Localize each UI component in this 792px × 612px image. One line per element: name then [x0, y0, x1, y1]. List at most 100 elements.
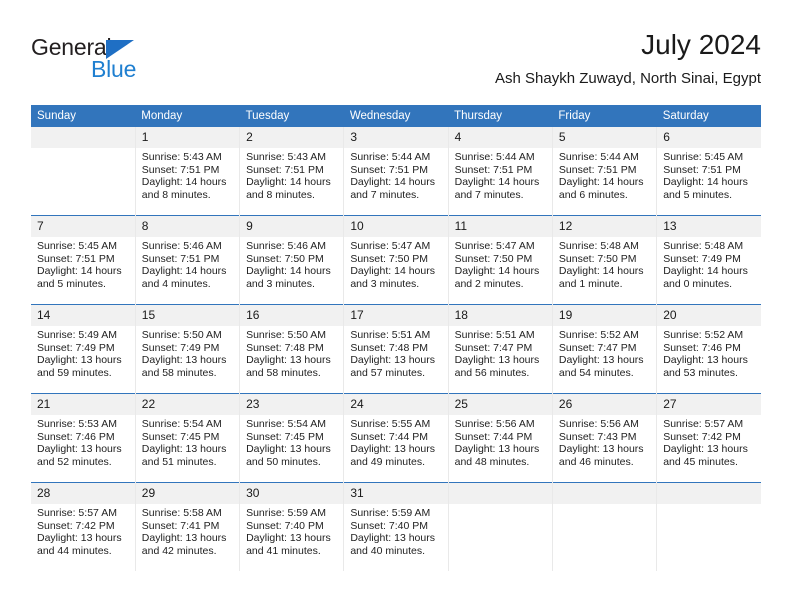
day-detail-daylight1: Daylight: 14 hours [350, 265, 435, 278]
page-subtitle: Ash Shaykh Zuwayd, North Sinai, Egypt [495, 70, 761, 87]
calendar-day-cell[interactable]: 26 Sunrise: 5:56 AM Sunset: 7:43 PM Dayligh… [551, 393, 657, 483]
day-detail-daylight2: and 7 minutes. [350, 188, 420, 201]
day-detail-daylight2: and 3 minutes. [246, 277, 315, 290]
day-detail-daylight1: Daylight: 13 hours [350, 443, 435, 456]
day-details: Sunrise: 5:54 AM Sunset: 7:45 PM Daylight:… [136, 415, 239, 468]
calendar-day-cell[interactable]: 24 Sunrise: 5:55 AM Sunset: 7:44 PM Dayligh… [343, 393, 449, 483]
day-number: 1 [135, 127, 240, 148]
day-details: Sunrise: 5:59 AM Sunset: 7:40 PM Daylight:… [240, 504, 343, 557]
day-detail-sunrise: Sunrise: 5:56 AM [558, 418, 639, 430]
calendar-day-cell[interactable]: 30 Sunrise: 5:59 AM Sunset: 7:40 PM Dayligh… [239, 482, 344, 571]
calendar-day-cell[interactable]: 10 Sunrise: 5:47 AM Sunset: 7:50 PM Dayligh… [343, 215, 449, 305]
day-detail-daylight1: Daylight: 13 hours [663, 354, 748, 367]
day-details: Sunrise: 5:57 AM Sunset: 7:42 PM Daylight:… [657, 415, 761, 468]
day-details: Sunrise: 5:46 AM Sunset: 7:51 PM Daylight:… [136, 237, 239, 290]
day-number: 9 [240, 216, 344, 237]
day-detail-sunset: Sunset: 7:44 PM [454, 430, 533, 443]
calendar-day-cell[interactable]: 23 Sunrise: 5:54 AM Sunset: 7:45 PM Dayligh… [239, 393, 344, 483]
day-detail-daylight1: Daylight: 14 hours [454, 265, 540, 278]
page-title: July 2024 [641, 29, 761, 60]
day-detail-daylight2: and 58 minutes. [141, 366, 217, 379]
calendar-day-cell[interactable]: 31 Sunrise: 5:59 AM Sunset: 7:40 PM Dayligh… [343, 482, 449, 571]
day-detail-daylight2: and 2 minutes. [454, 277, 524, 290]
calendar-week-row: 28 Sunrise: 5:57 AM Sunset: 7:42 PM Dayligh… [31, 482, 761, 571]
calendar-day-cell[interactable]: 15 Sunrise: 5:50 AM Sunset: 7:49 PM Dayligh… [134, 304, 240, 394]
calendar-day-cell[interactable]: 27 Sunrise: 5:57 AM Sunset: 7:42 PM Dayligh… [656, 393, 761, 483]
day-detail-sunset: Sunset: 7:48 PM [350, 341, 428, 354]
calendar-day-cell[interactable]: 13 Sunrise: 5:48 AM Sunset: 7:49 PM Dayligh… [656, 215, 761, 305]
weekday-header-thursday: Thursday [448, 105, 553, 127]
day-details: Sunrise: 5:45 AM Sunset: 7:51 PM Daylight:… [31, 237, 135, 290]
calendar-day-cell-empty [447, 482, 553, 571]
calendar-day-cell[interactable]: 11 Sunrise: 5:47 AM Sunset: 7:50 PM Dayligh… [447, 215, 553, 305]
day-number: 4 [448, 127, 552, 148]
calendar-day-cell-empty [31, 127, 136, 216]
day-number: 31 [344, 483, 448, 504]
day-number: 28 [31, 483, 135, 504]
calendar-day-cell[interactable]: 4 Sunrise: 5:44 AM Sunset: 7:51 PM Daylight… [447, 127, 553, 216]
day-detail-sunset: Sunset: 7:42 PM [663, 430, 741, 443]
calendar-day-cell[interactable]: 22 Sunrise: 5:54 AM Sunset: 7:45 PM Dayligh… [134, 393, 240, 483]
day-details: Sunrise: 5:50 AM Sunset: 7:48 PM Daylight:… [240, 326, 343, 379]
day-detail-daylight1: Daylight: 14 hours [663, 265, 748, 278]
day-detail-daylight1: Daylight: 13 hours [246, 354, 331, 367]
day-detail-daylight1: Daylight: 14 hours [454, 176, 540, 189]
calendar-day-cell[interactable]: 28 Sunrise: 5:57 AM Sunset: 7:42 PM Dayligh… [31, 482, 136, 571]
calendar-day-cell[interactable]: 9 Sunrise: 5:46 AM Sunset: 7:50 PM Daylight… [239, 215, 344, 305]
day-detail-sunrise: Sunrise: 5:56 AM [454, 418, 535, 430]
day-detail-daylight1: Daylight: 13 hours [37, 443, 122, 456]
day-detail-sunset: Sunset: 7:41 PM [141, 519, 220, 532]
day-details: Sunrise: 5:59 AM Sunset: 7:40 PM Daylight:… [344, 504, 447, 557]
calendar-day-cell[interactable]: 14 Sunrise: 5:49 AM Sunset: 7:49 PM Dayligh… [31, 304, 136, 394]
day-number: 27 [657, 394, 761, 415]
day-detail-sunrise: Sunrise: 5:44 AM [454, 151, 535, 163]
day-details: Sunrise: 5:58 AM Sunset: 7:41 PM Daylight:… [136, 504, 239, 557]
calendar-day-cell[interactable]: 16 Sunrise: 5:50 AM Sunset: 7:48 PM Dayligh… [239, 304, 344, 394]
day-detail-sunrise: Sunrise: 5:47 AM [350, 240, 431, 252]
day-detail-sunset: Sunset: 7:48 PM [246, 341, 324, 354]
calendar-day-cell[interactable]: 6 Sunrise: 5:45 AM Sunset: 7:51 PM Daylight… [656, 127, 761, 216]
day-number: 18 [448, 305, 552, 326]
calendar-day-cell[interactable]: 2 Sunrise: 5:43 AM Sunset: 7:51 PM Daylight… [239, 127, 344, 216]
calendar-day-cell[interactable]: 5 Sunrise: 5:44 AM Sunset: 7:51 PM Daylight… [551, 127, 657, 216]
day-detail-daylight1: Daylight: 13 hours [558, 443, 644, 456]
day-details: Sunrise: 5:55 AM Sunset: 7:44 PM Daylight:… [344, 415, 447, 468]
day-detail-daylight1: Daylight: 13 hours [37, 532, 122, 545]
calendar-day-cell[interactable]: 1 Sunrise: 5:43 AM Sunset: 7:51 PM Daylight… [134, 127, 240, 216]
calendar-day-cell[interactable]: 21 Sunrise: 5:53 AM Sunset: 7:46 PM Dayligh… [31, 393, 136, 483]
day-details: Sunrise: 5:52 AM Sunset: 7:47 PM Daylight:… [553, 326, 656, 379]
day-number: 21 [31, 394, 135, 415]
calendar-day-cell[interactable]: 18 Sunrise: 5:51 AM Sunset: 7:47 PM Dayligh… [447, 304, 553, 394]
calendar-day-cell[interactable]: 19 Sunrise: 5:52 AM Sunset: 7:47 PM Dayligh… [551, 304, 657, 394]
day-detail-daylight1: Daylight: 13 hours [350, 532, 435, 545]
day-details: Sunrise: 5:51 AM Sunset: 7:48 PM Daylight:… [344, 326, 447, 379]
day-details: Sunrise: 5:44 AM Sunset: 7:51 PM Daylight:… [553, 148, 656, 201]
day-detail-sunrise: Sunrise: 5:59 AM [350, 507, 431, 519]
day-detail-daylight1: Daylight: 13 hours [141, 532, 227, 545]
day-detail-daylight2: and 50 minutes. [246, 455, 321, 468]
day-detail-daylight1: Daylight: 13 hours [141, 354, 227, 367]
calendar-day-cell-empty [551, 482, 657, 571]
calendar-day-cell[interactable]: 12 Sunrise: 5:48 AM Sunset: 7:50 PM Dayligh… [551, 215, 657, 305]
day-detail-sunrise: Sunrise: 5:50 AM [246, 329, 327, 341]
day-detail-sunset: Sunset: 7:51 PM [558, 163, 637, 176]
day-detail-daylight2: and 46 minutes. [558, 455, 634, 468]
calendar-day-cell[interactable]: 7 Sunrise: 5:45 AM Sunset: 7:51 PM Daylight… [31, 215, 136, 305]
day-detail-daylight1: Daylight: 14 hours [246, 176, 331, 189]
day-detail-daylight2: and 1 minute. [558, 277, 623, 290]
day-number: 25 [448, 394, 552, 415]
calendar-day-cell[interactable]: 25 Sunrise: 5:56 AM Sunset: 7:44 PM Dayligh… [447, 393, 553, 483]
weekday-header-wednesday: Wednesday [343, 105, 449, 127]
day-detail-sunset: Sunset: 7:45 PM [141, 430, 220, 443]
day-number: 22 [135, 394, 240, 415]
general-blue-logo: General Blue [31, 34, 251, 90]
day-detail-sunset: Sunset: 7:51 PM [454, 163, 533, 176]
calendar-day-cell[interactable]: 17 Sunrise: 5:51 AM Sunset: 7:48 PM Dayligh… [343, 304, 449, 394]
calendar-day-cell[interactable]: 20 Sunrise: 5:52 AM Sunset: 7:46 PM Dayligh… [656, 304, 761, 394]
calendar-day-cell[interactable]: 8 Sunrise: 5:46 AM Sunset: 7:51 PM Daylight… [134, 215, 240, 305]
day-details: Sunrise: 5:48 AM Sunset: 7:49 PM Daylight:… [657, 237, 761, 290]
day-detail-daylight2: and 48 minutes. [454, 455, 530, 468]
calendar-day-cell[interactable]: 29 Sunrise: 5:58 AM Sunset: 7:41 PM Dayligh… [134, 482, 240, 571]
day-detail-sunrise: Sunrise: 5:57 AM [663, 418, 744, 430]
calendar-day-cell[interactable]: 3 Sunrise: 5:44 AM Sunset: 7:51 PM Daylight… [343, 127, 449, 216]
